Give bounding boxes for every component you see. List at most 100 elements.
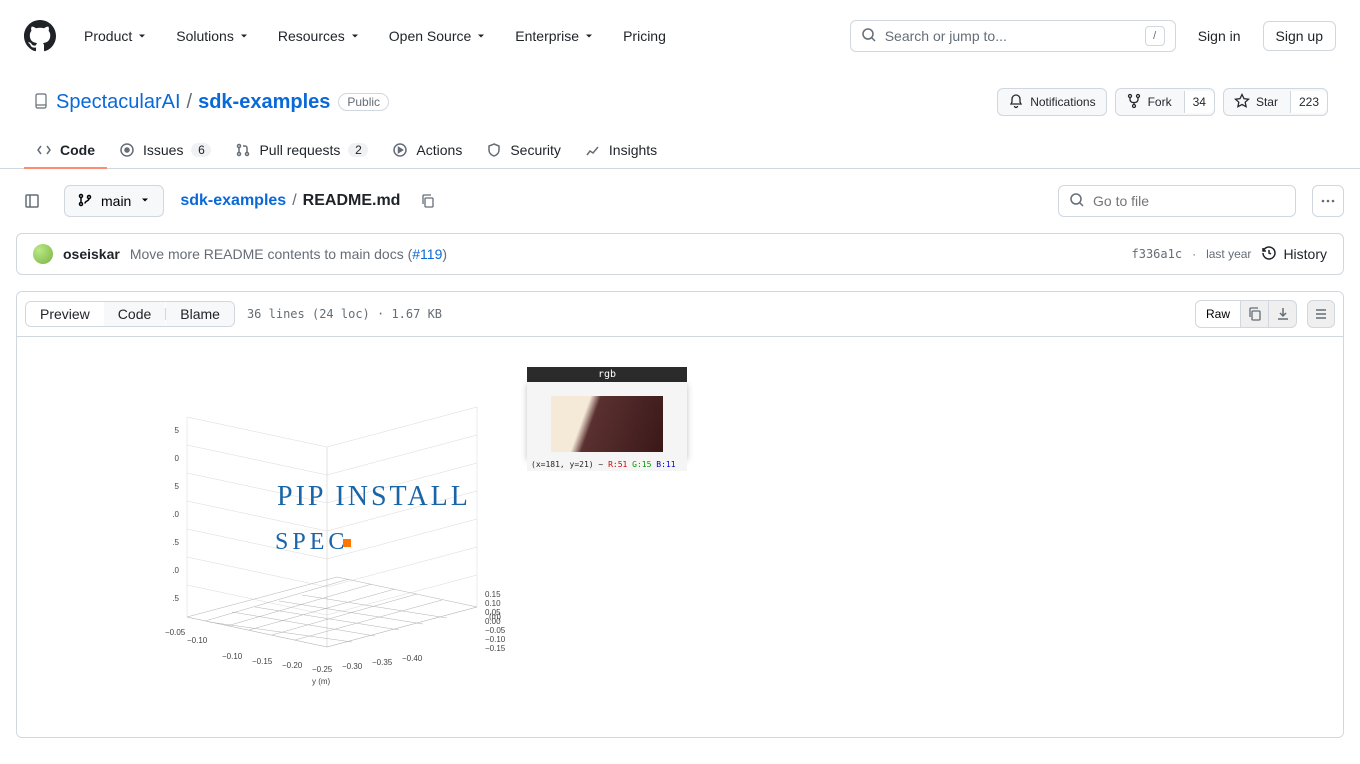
svg-text:−0.20: −0.20 — [282, 661, 303, 670]
history-icon — [1261, 245, 1277, 264]
svg-text:−0.10: −0.10 — [485, 635, 506, 644]
repo-path: SpectacularAI / sdk-examples — [56, 91, 330, 114]
outline-button[interactable] — [1307, 300, 1335, 328]
tab-code-view[interactable]: Code — [104, 302, 165, 326]
rgb-image — [551, 396, 663, 452]
goto-file-field[interactable] — [1093, 193, 1285, 209]
tab-issues[interactable]: Issues6 — [107, 132, 223, 168]
pr-link[interactable]: #119 — [412, 246, 442, 262]
svg-text:−0.05: −0.05 — [485, 626, 506, 635]
tab-blame[interactable]: Blame — [166, 302, 234, 326]
commit-message[interactable]: Move more README contents to main docs (… — [130, 246, 447, 262]
path-separator: / — [187, 91, 193, 114]
chevron-down-icon — [136, 30, 148, 42]
search-placeholder: Search or jump to... — [885, 28, 1145, 44]
latest-commit-bar: oseiskar Move more README contents to ma… — [16, 233, 1344, 275]
bell-icon — [1008, 93, 1024, 112]
fork-count: 34 — [1184, 91, 1214, 113]
view-mode-toggle: Preview Code Blame — [25, 301, 235, 327]
repo-owner-link[interactable]: SpectacularAI — [56, 91, 181, 114]
graph-icon — [585, 142, 601, 158]
tab-security[interactable]: Security — [474, 132, 573, 168]
breadcrumb: sdk-examples / README.md — [180, 192, 400, 210]
nav-resources[interactable]: Resources — [266, 20, 373, 52]
nav-product[interactable]: Product — [72, 20, 160, 52]
global-header: Product Solutions Resources Open Source … — [0, 0, 1360, 72]
svg-text:0: 0 — [175, 454, 180, 463]
goto-file-input[interactable] — [1058, 185, 1296, 217]
tab-actions[interactable]: Actions — [380, 132, 474, 168]
sign-up-link[interactable]: Sign up — [1263, 21, 1336, 51]
readme-hero-image[interactable]: 5 0 5 .0 .5 .0 .5 −0.10 −0.05 −0.10 −0.1… — [137, 367, 1223, 707]
tab-preview[interactable]: Preview — [26, 302, 104, 326]
svg-text:5: 5 — [175, 482, 180, 491]
svg-text:−0.05: −0.05 — [165, 628, 186, 637]
avatar[interactable] — [33, 244, 53, 264]
copy-button[interactable] — [1241, 300, 1269, 328]
svg-text:(m): (m) — [489, 612, 501, 621]
svg-text:−0.15: −0.15 — [485, 644, 506, 653]
nav-opensource[interactable]: Open Source — [377, 20, 500, 52]
fork-icon — [1126, 93, 1142, 112]
copy-path-button[interactable] — [416, 189, 440, 213]
sidebar-toggle[interactable] — [16, 185, 48, 217]
plot-3d: 5 0 5 .0 .5 .0 .5 −0.10 −0.05 −0.10 −0.1… — [137, 367, 527, 707]
nav-pricing[interactable]: Pricing — [611, 20, 678, 52]
svg-text:.0: .0 — [172, 510, 179, 519]
shield-icon — [486, 142, 502, 158]
chevron-down-icon — [583, 30, 595, 42]
github-logo-icon[interactable] — [24, 20, 56, 52]
search-icon — [1069, 192, 1085, 211]
file-info: 36 lines (24 loc) · 1.67 KB — [247, 307, 442, 321]
play-icon — [392, 142, 408, 158]
issues-count: 6 — [191, 143, 211, 157]
raw-button[interactable]: Raw — [1195, 300, 1241, 328]
code-icon — [36, 142, 52, 158]
svg-text:−0.25: −0.25 — [312, 665, 333, 674]
visibility-badge: Public — [338, 93, 389, 111]
svg-text:−0.10: −0.10 — [187, 636, 208, 645]
breadcrumb-root[interactable]: sdk-examples — [180, 192, 286, 210]
svg-text:0.15: 0.15 — [485, 590, 501, 599]
svg-text:0.10: 0.10 — [485, 599, 501, 608]
tab-code[interactable]: Code — [24, 132, 107, 168]
svg-text:.5: .5 — [172, 538, 179, 547]
repo-header: SpectacularAI / sdk-examples Public Noti… — [0, 72, 1360, 116]
star-icon — [1234, 93, 1250, 112]
commit-author[interactable]: oseiskar — [63, 246, 120, 262]
fork-button[interactable]: Fork 34 — [1115, 88, 1215, 116]
notifications-button[interactable]: Notifications — [997, 88, 1106, 116]
file-toolbar: Preview Code Blame 36 lines (24 loc) · 1… — [17, 292, 1343, 337]
commit-hash[interactable]: f336a1c — [1132, 247, 1183, 261]
svg-text:−0.10: −0.10 — [222, 652, 243, 661]
svg-text:.5: .5 — [172, 594, 179, 603]
repo-icon — [32, 93, 48, 112]
pull-request-icon — [235, 142, 251, 158]
download-button[interactable] — [1269, 300, 1297, 328]
svg-text:PIP INSTALL: PIP INSTALL — [277, 481, 471, 512]
slash-shortcut: / — [1145, 26, 1165, 46]
file-viewer: Preview Code Blame 36 lines (24 loc) · 1… — [16, 291, 1344, 738]
tab-insights[interactable]: Insights — [573, 132, 669, 168]
nav-solutions[interactable]: Solutions — [164, 20, 262, 52]
branch-select[interactable]: main — [64, 185, 164, 217]
repo-tabs: Code Issues6 Pull requests2 Actions Secu… — [0, 132, 1360, 169]
sign-in-link[interactable]: Sign in — [1188, 22, 1251, 50]
chevron-down-icon — [238, 30, 250, 42]
svg-text:−0.40: −0.40 — [402, 654, 423, 663]
nav-enterprise[interactable]: Enterprise — [503, 20, 607, 52]
history-link[interactable]: History — [1261, 245, 1327, 264]
svg-text:−0.15: −0.15 — [252, 657, 273, 666]
search-icon — [861, 27, 877, 46]
global-nav: Product Solutions Resources Open Source … — [72, 20, 678, 52]
readme-preview: 5 0 5 .0 .5 .0 .5 −0.10 −0.05 −0.10 −0.1… — [17, 337, 1343, 737]
global-search[interactable]: Search or jump to... / — [850, 20, 1176, 52]
svg-text:.0: .0 — [172, 566, 179, 575]
more-options-button[interactable] — [1312, 185, 1344, 217]
commit-time: last year — [1206, 247, 1251, 261]
tab-pulls[interactable]: Pull requests2 — [223, 132, 380, 168]
repo-name-link[interactable]: sdk-examples — [198, 91, 330, 114]
chevron-down-icon — [475, 30, 487, 42]
star-button[interactable]: Star 223 — [1223, 88, 1328, 116]
svg-text:5: 5 — [175, 426, 180, 435]
